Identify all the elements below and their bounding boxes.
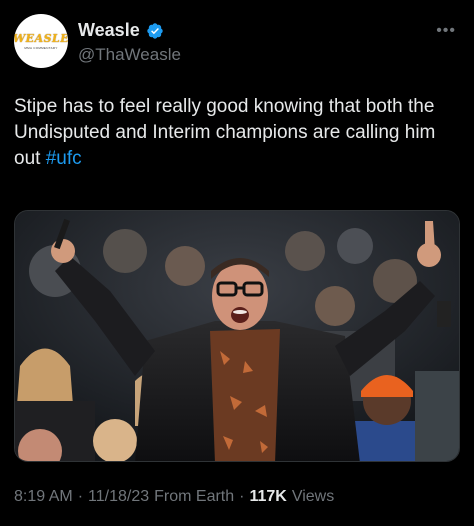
avatar-logo-text: WEASLE (14, 32, 68, 45)
tweet-header: WEASLE MMA COMMENTARY Weasle @ThaWeasle … (14, 14, 460, 70)
views-count: 117K (249, 488, 287, 505)
hashtag-link[interactable]: #ufc (46, 148, 82, 169)
tweet-date[interactable]: 11/18/23 (88, 488, 149, 506)
display-name[interactable]: Weasle (78, 20, 140, 41)
meta-separator: · (239, 488, 245, 505)
tweet-source: From Earth (154, 488, 235, 505)
views-label: Views (291, 488, 335, 505)
more-horizontal-icon[interactable]: ••• (436, 22, 456, 40)
avatar-logo-subtext: MMA COMMENTARY (24, 46, 58, 50)
tweet-meta: 8:19 AM · 11/18/23 From Earth · 117K Vie… (14, 488, 334, 506)
tweet-text: Stipe has to feel really good knowing th… (14, 94, 454, 172)
tweet-time[interactable]: 8:19 AM (14, 488, 73, 506)
verified-badge-icon (147, 22, 163, 39)
tweet-photo[interactable] (14, 210, 460, 462)
user-handle[interactable]: @ThaWeasle (78, 45, 181, 65)
avatar[interactable]: WEASLE MMA COMMENTARY (14, 14, 68, 68)
meta-separator: · (77, 488, 84, 505)
name-row: Weasle (78, 20, 181, 41)
photo-image (15, 211, 459, 461)
author-names: Weasle @ThaWeasle (78, 20, 181, 65)
